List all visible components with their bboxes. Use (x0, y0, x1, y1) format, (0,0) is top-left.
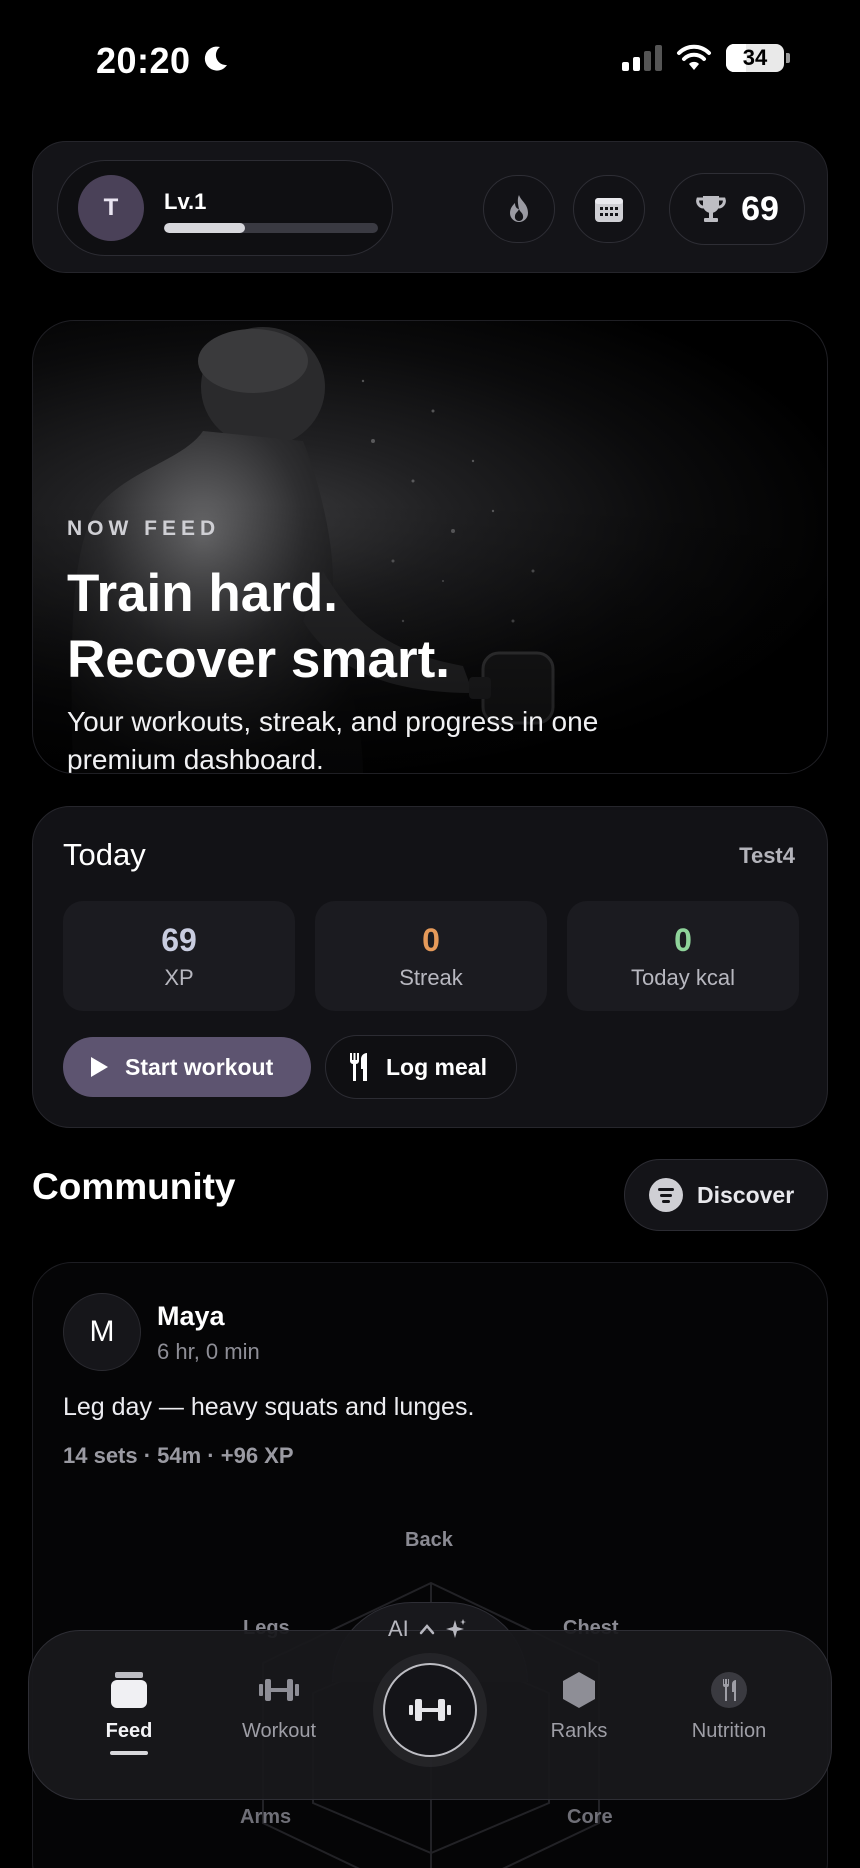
hexagon-icon (563, 1672, 595, 1708)
hero-banner: NOW FEED Train hard. Recover smart. Your… (32, 320, 828, 774)
hero-kicker: NOW FEED (67, 517, 221, 540)
active-indicator (110, 1751, 148, 1755)
status-bar: 20:20 34 (0, 0, 860, 120)
stat-kcal: 0 Today kcal (567, 901, 799, 1011)
ai-toggle[interactable]: AI (388, 1616, 467, 1642)
wifi-icon (677, 44, 711, 70)
today-username: Test4 (739, 843, 795, 868)
stat-xp: 69 XP (63, 901, 295, 1011)
nav-nutrition-label: Nutrition (691, 1720, 767, 1742)
start-workout-label: Start workout (125, 1053, 274, 1080)
discover-button[interactable]: Discover (624, 1159, 828, 1231)
fork-knife-icon (350, 1053, 367, 1081)
ai-label: AI (388, 1616, 409, 1641)
trophy-count: 69 (741, 189, 779, 228)
nav-nutrition[interactable]: Nutrition (664, 1670, 794, 1743)
center-workout-button[interactable] (383, 1663, 477, 1757)
today-card: Today Test4 69 XP 0 Streak 0 Today kcal … (32, 806, 828, 1128)
nav-ranks-label: Ranks (550, 1720, 608, 1742)
hero-title: Train hard. Recover smart. (67, 561, 450, 693)
moon-icon (204, 46, 227, 71)
sparkle-icon (445, 1619, 466, 1638)
battery-percent: 34 (742, 45, 768, 70)
nav-feed-label: Feed (105, 1720, 153, 1742)
start-workout-button[interactable]: Start workout (63, 1037, 311, 1097)
streak-button[interactable] (483, 175, 555, 243)
radar-label-back: Back (405, 1529, 453, 1551)
stat-label: XP (164, 964, 194, 990)
discover-label: Discover (697, 1181, 795, 1208)
calendar-button[interactable] (573, 175, 645, 243)
hero-title-line-2: Recover smart. (67, 630, 450, 689)
filter-icon (649, 1178, 683, 1212)
dumbbell-icon (409, 1699, 451, 1721)
stat-value: 0 (422, 921, 440, 958)
chevron-up-icon (419, 1624, 435, 1635)
fork-knife-icon (711, 1672, 747, 1708)
level-pill[interactable]: T Lv.1 (57, 160, 393, 256)
stat-value: 0 (674, 921, 692, 958)
feed-icon (111, 1672, 147, 1708)
stat-streak: 0 Streak (315, 901, 547, 1011)
hero-subtitle: Your workouts, streak, and progress in o… (67, 706, 599, 774)
status-time: 20:20 (96, 40, 191, 81)
stat-value: 69 (161, 921, 197, 958)
nav-ranks[interactable]: Ranks (514, 1670, 644, 1743)
avatar[interactable]: T (78, 175, 144, 241)
nav-workout-label: Workout (241, 1720, 317, 1742)
log-meal-label: Log meal (386, 1053, 487, 1080)
log-meal-button[interactable]: Log meal (325, 1035, 517, 1099)
nav-feed[interactable]: Feed (64, 1670, 194, 1755)
trophy-icon (696, 196, 726, 222)
level-progress-fill (164, 223, 246, 233)
nav-workout[interactable]: Workout (214, 1670, 344, 1743)
cellular-signal-icon (622, 45, 662, 71)
level-progress-bar (164, 223, 378, 233)
battery-icon: 34 (726, 44, 790, 72)
level-label: Lv.1 (164, 189, 207, 214)
stat-label: Streak (399, 964, 463, 990)
dumbbell-icon (259, 1679, 299, 1701)
stat-label: Today kcal (631, 964, 735, 990)
calendar-icon (595, 198, 623, 222)
hero-title-line-1: Train hard. (67, 564, 338, 623)
play-icon (91, 1057, 108, 1077)
radar-label-arms: Arms (240, 1806, 292, 1828)
flame-icon (510, 195, 528, 222)
radar-label-core: Core (567, 1806, 613, 1828)
community-title: Community (32, 1166, 236, 1207)
today-title: Today (63, 837, 146, 872)
trophy-button[interactable]: 69 (669, 173, 805, 245)
top-bar: T Lv.1 69 (32, 141, 828, 273)
